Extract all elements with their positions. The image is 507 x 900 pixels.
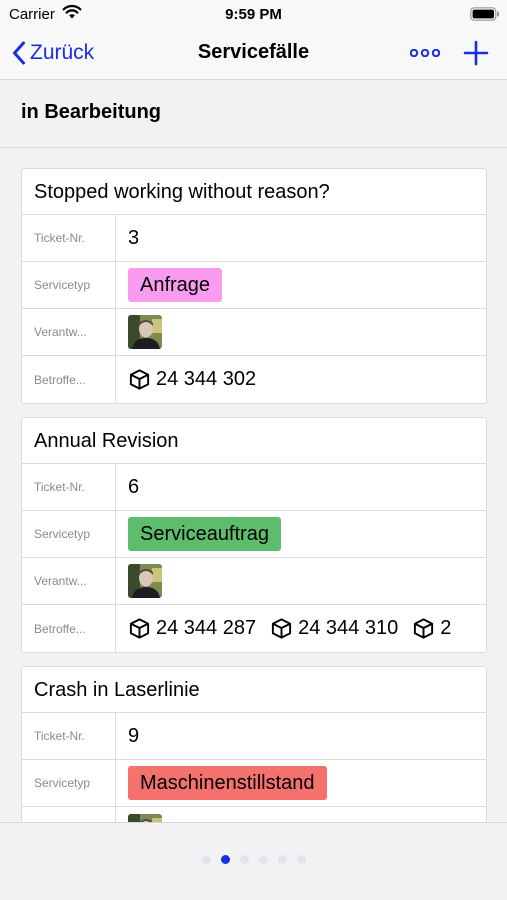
back-button[interactable]: Zurück [12,38,94,68]
ticket-number-label: Ticket-Nr. [22,215,116,261]
ticket-title: Stopped working without reason? [22,169,486,215]
service-type-label: Servicetyp [22,760,116,806]
cube-icon [128,368,151,391]
battery-icon [470,7,499,21]
ticket-number-row: Ticket-Nr. 6 [22,464,486,511]
page-indicator[interactable] [0,855,507,864]
cube-icon [412,617,435,640]
affected-row: Betroffe... 24 344 302 [22,356,486,403]
back-button-label: Zurück [30,41,95,64]
ticket-number-value: 3 [128,226,140,249]
ticket-number-row: Ticket-Nr. 9 [22,713,486,760]
add-button[interactable] [461,38,491,68]
ticket-title: Annual Revision [22,418,486,464]
service-type-row: Servicetyp Maschinenstillstand [22,760,486,807]
affected-item[interactable]: 2 [412,617,451,640]
ticket-number-value: 6 [128,475,140,498]
ticket-title: Crash in Laserlinie [22,667,486,713]
responsible-label [22,807,116,822]
affected-label: Betroffe... [22,605,116,652]
avatar[interactable] [128,814,162,823]
plus-icon [463,40,489,66]
affected-item-number: 24 344 310 [298,617,399,639]
service-type-row: Servicetyp Serviceauftrag [22,511,486,558]
avatar[interactable] [128,564,162,598]
service-type-tag: Maschinenstillstand [128,766,327,800]
ticket-list[interactable]: Stopped working without reason? Ticket-N… [0,148,507,822]
service-type-label: Servicetyp [22,262,116,308]
responsible-row: Verantw... [22,558,486,605]
responsible-row: Verantw... [22,309,486,356]
bottom-bar [0,822,507,900]
responsible-label: Verantw... [22,309,116,355]
page-dot[interactable] [296,855,306,864]
ticket-number-label: Ticket-Nr. [22,713,116,759]
ticket-card[interactable]: Annual Revision Ticket-Nr. 6 Servicetyp … [21,417,487,653]
cube-icon [128,617,151,640]
affected-item[interactable]: 24 344 310 [270,617,398,640]
ticket-card[interactable]: Crash in Laserlinie Ticket-Nr. 9 Service… [21,666,487,822]
section-title: in Bearbeitung [21,101,162,123]
affected-item[interactable]: 24 344 287 [128,617,256,640]
affected-label: Betroffe... [22,356,116,403]
page-dot-active[interactable] [220,855,230,864]
responsible-row [22,807,486,822]
ticket-number-row: Ticket-Nr. 3 [22,215,486,262]
navigation-bar: Zurück Servicefälle [0,30,507,80]
avatar[interactable] [128,315,162,349]
page-dot[interactable] [258,855,268,864]
affected-row: Betroffe... 24 344 287 24 344 310 2 [22,605,486,652]
status-time: 9:59 PM [225,6,282,23]
more-dots-icon [410,49,440,57]
service-type-tag: Anfrage [128,268,223,302]
page-dot[interactable] [239,855,249,864]
ticket-number-label: Ticket-Nr. [22,464,116,510]
service-type-row: Servicetyp Anfrage [22,262,486,309]
cube-icon [270,617,293,640]
affected-item-number: 2 [440,617,452,639]
chevron-left-icon [13,41,25,65]
status-bar: Carrier 9:59 PM [0,0,507,30]
responsible-label: Verantw... [22,558,116,604]
more-button[interactable] [408,40,442,66]
service-type-label: Servicetyp [22,511,116,557]
service-type-tag: Serviceauftrag [128,517,281,551]
affected-item-number: 24 344 287 [156,617,257,639]
section-header: in Bearbeitung [0,80,507,148]
affected-item[interactable]: 24 344 302 [128,368,256,391]
affected-item-number: 24 344 302 [156,368,257,390]
page-dot[interactable] [201,855,211,864]
ticket-number-value: 9 [128,724,140,747]
ticket-card[interactable]: Stopped working without reason? Ticket-N… [21,168,487,404]
page-dot[interactable] [277,855,287,864]
